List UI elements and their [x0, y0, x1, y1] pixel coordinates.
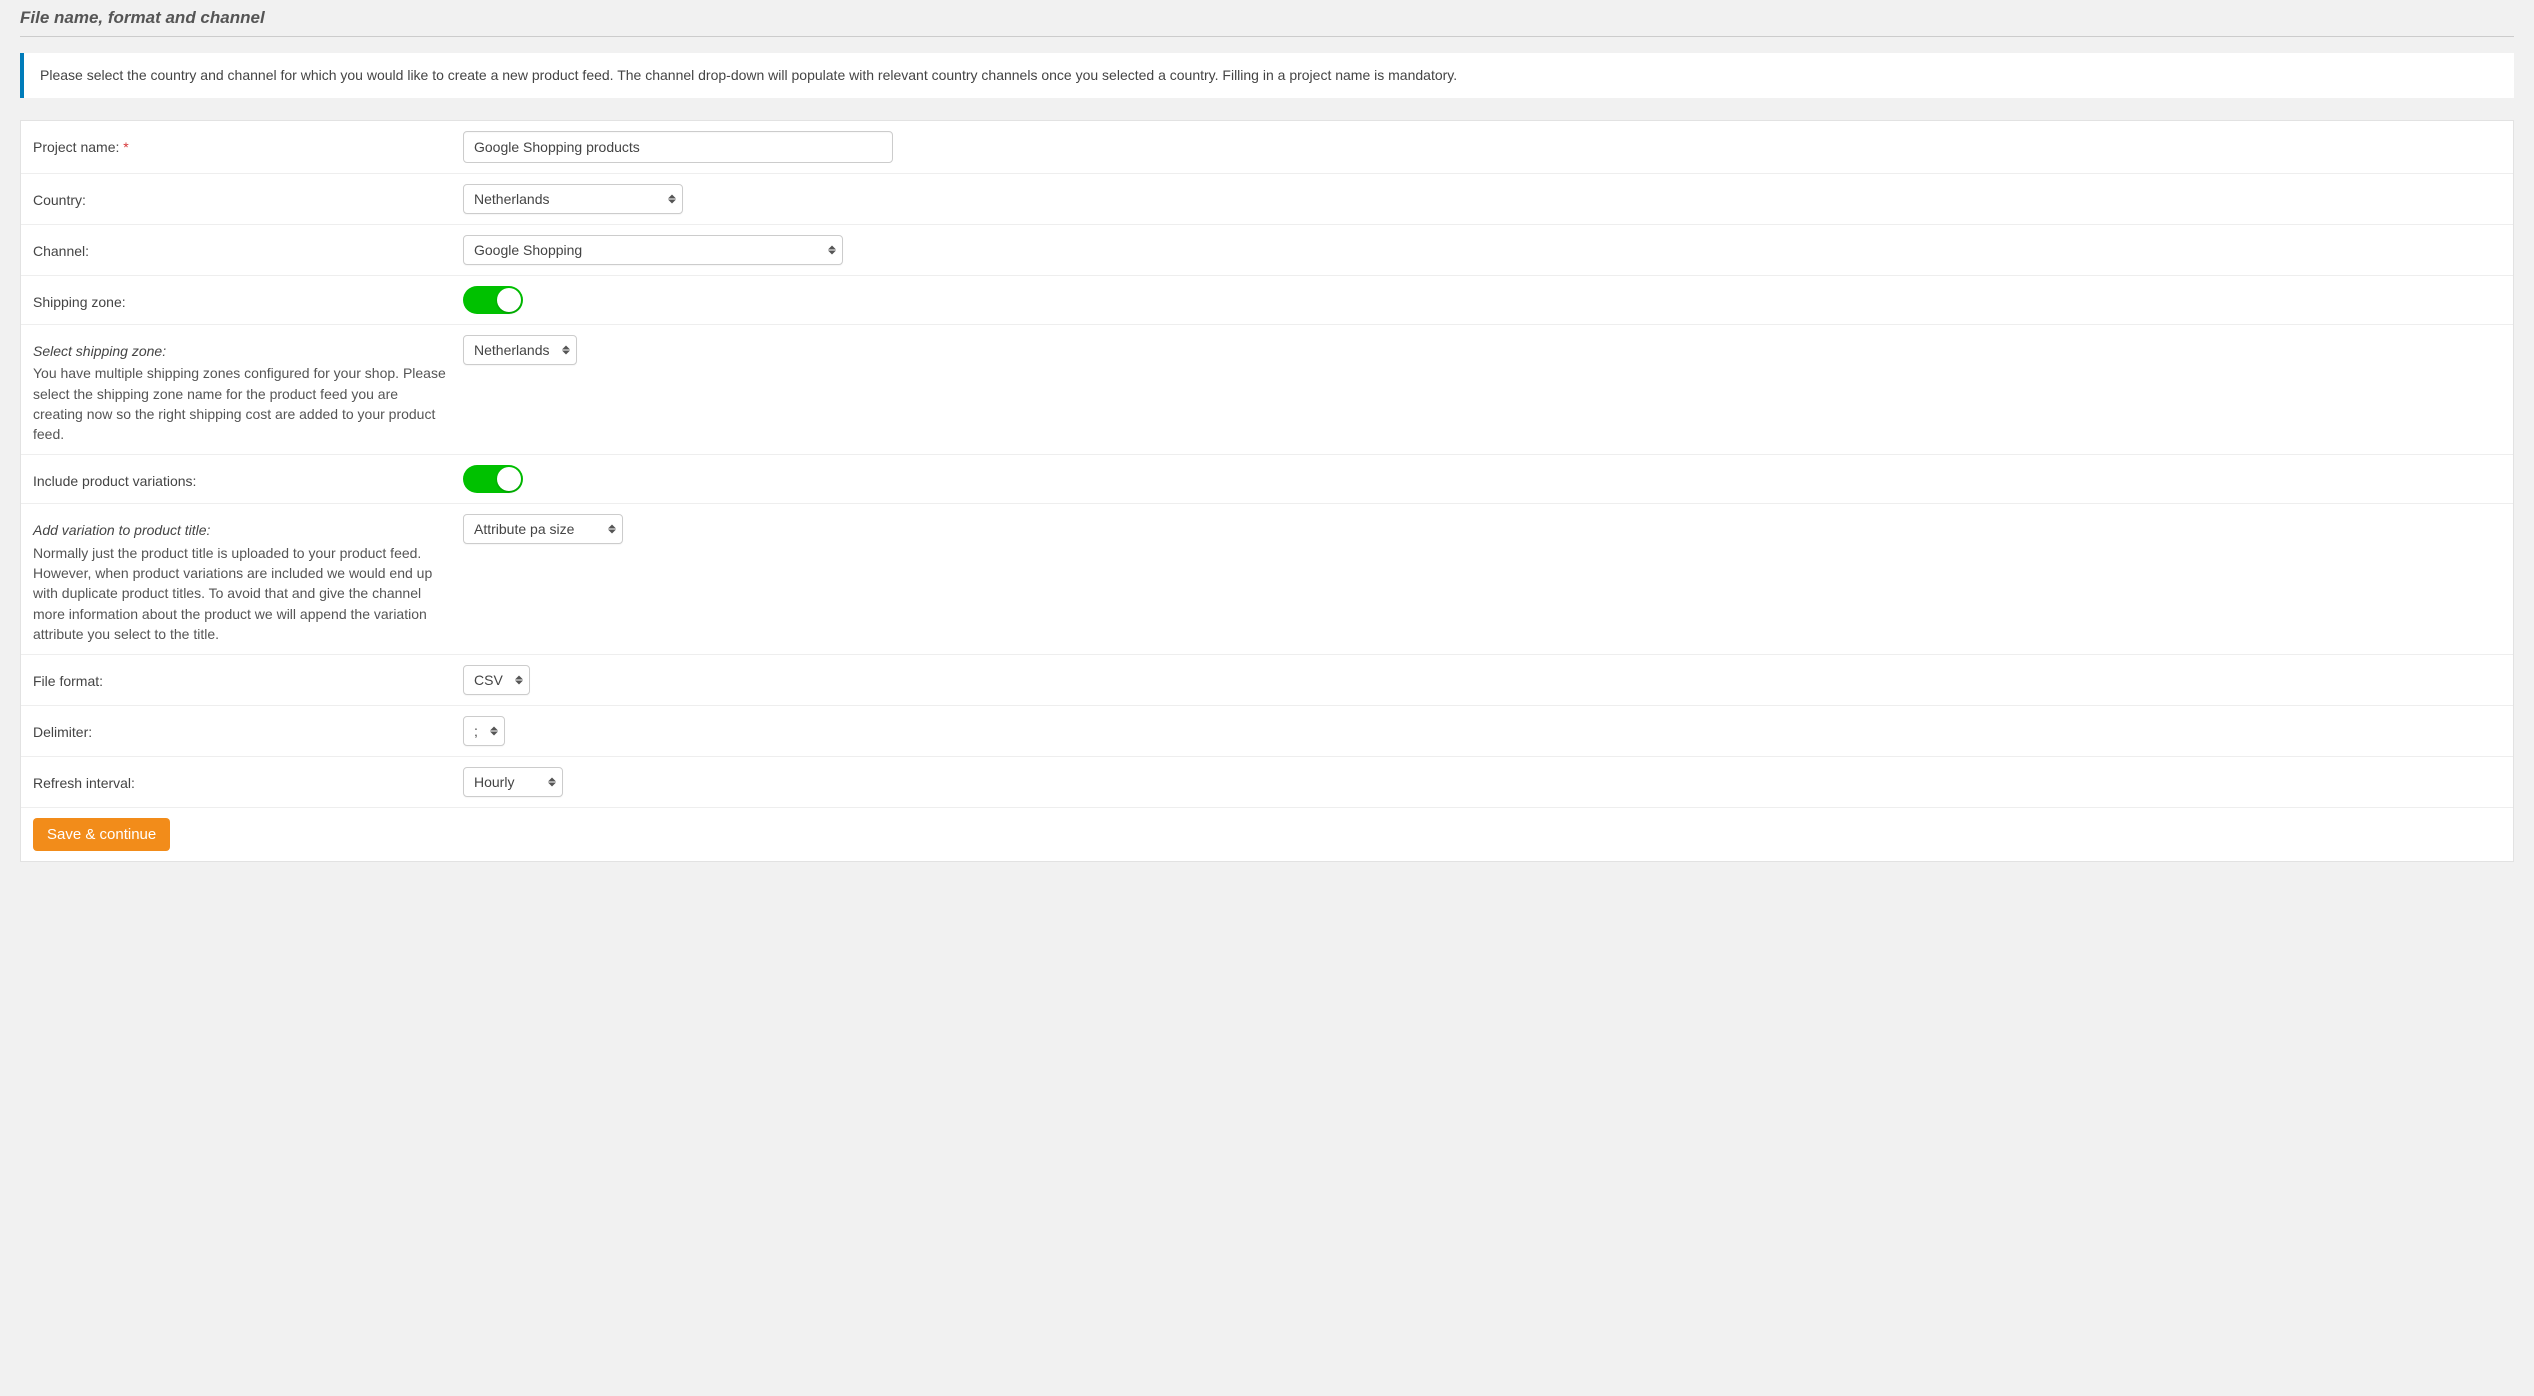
label-refresh-interval: Refresh interval:	[33, 767, 463, 793]
file-format-select-value: CSV	[474, 672, 503, 688]
include-variations-toggle[interactable]	[463, 465, 523, 493]
label-project-name-text: Project name:	[33, 139, 119, 155]
chevron-updown-icon	[608, 525, 616, 534]
label-delimiter: Delimiter:	[33, 716, 463, 742]
label-country-text: Country:	[33, 192, 86, 208]
chevron-updown-icon	[828, 246, 836, 255]
chevron-updown-icon	[562, 346, 570, 355]
label-variation-title-text: Add variation to product title:	[33, 520, 447, 540]
variation-attr-select[interactable]: Attribute pa size	[463, 514, 623, 544]
label-channel-text: Channel:	[33, 243, 89, 259]
country-select-value: Netherlands	[474, 191, 550, 207]
label-select-shipping-zone: Select shipping zone: You have multiple …	[33, 335, 463, 444]
label-include-variations-text: Include product variations:	[33, 473, 196, 489]
toggle-knob	[497, 467, 521, 491]
chevron-updown-icon	[668, 195, 676, 204]
save-continue-button[interactable]: Save & continue	[33, 818, 170, 851]
row-delimiter: Delimiter: ;	[21, 706, 2513, 757]
row-project-name: Project name: *	[21, 121, 2513, 174]
label-file-format-text: File format:	[33, 673, 103, 689]
label-shipping-zone-text: Shipping zone:	[33, 294, 126, 310]
label-variation-title: Add variation to product title: Normally…	[33, 514, 463, 644]
row-country: Country: Netherlands	[21, 174, 2513, 225]
file-format-select[interactable]: CSV	[463, 665, 530, 695]
row-refresh-interval: Refresh interval: Hourly	[21, 757, 2513, 808]
label-country: Country:	[33, 184, 463, 210]
chevron-updown-icon	[515, 676, 523, 685]
row-select-shipping-zone: Select shipping zone: You have multiple …	[21, 325, 2513, 455]
refresh-interval-select[interactable]: Hourly	[463, 767, 563, 797]
row-shipping-zone: Shipping zone:	[21, 276, 2513, 325]
label-channel: Channel:	[33, 235, 463, 261]
shipping-zone-select-value: Netherlands	[474, 342, 550, 358]
label-variation-title-sub: Normally just the product title is uploa…	[33, 543, 447, 644]
channel-select-value: Google Shopping	[474, 242, 582, 258]
shipping-zone-select[interactable]: Netherlands	[463, 335, 577, 365]
label-select-shipping-zone-sub: You have multiple shipping zones configu…	[33, 363, 447, 444]
row-actions: Save & continue	[21, 808, 2513, 861]
label-refresh-interval-text: Refresh interval:	[33, 775, 135, 791]
delimiter-select[interactable]: ;	[463, 716, 505, 746]
label-project-name: Project name: *	[33, 131, 463, 157]
label-file-format: File format:	[33, 665, 463, 691]
country-select[interactable]: Netherlands	[463, 184, 683, 214]
row-variation-title: Add variation to product title: Normally…	[21, 504, 2513, 655]
channel-select[interactable]: Google Shopping	[463, 235, 843, 265]
refresh-interval-select-value: Hourly	[474, 774, 514, 790]
section-heading: File name, format and channel	[20, 6, 2514, 37]
label-select-shipping-zone-text: Select shipping zone:	[33, 341, 447, 361]
chevron-updown-icon	[548, 778, 556, 787]
label-include-variations: Include product variations:	[33, 465, 463, 491]
label-delimiter-text: Delimiter:	[33, 724, 92, 740]
toggle-knob	[497, 288, 521, 312]
required-asterisk: *	[123, 139, 128, 155]
label-shipping-zone: Shipping zone:	[33, 286, 463, 312]
project-name-input[interactable]	[463, 131, 893, 163]
row-include-variations: Include product variations:	[21, 455, 2513, 504]
variation-attr-select-value: Attribute pa size	[474, 521, 574, 537]
row-file-format: File format: CSV	[21, 655, 2513, 706]
form-table: Project name: * Country: Netherlands Cha…	[20, 120, 2514, 862]
info-box: Please select the country and channel fo…	[20, 53, 2514, 98]
row-channel: Channel: Google Shopping	[21, 225, 2513, 276]
chevron-updown-icon	[490, 727, 498, 736]
shipping-zone-toggle[interactable]	[463, 286, 523, 314]
delimiter-select-value: ;	[474, 723, 478, 739]
